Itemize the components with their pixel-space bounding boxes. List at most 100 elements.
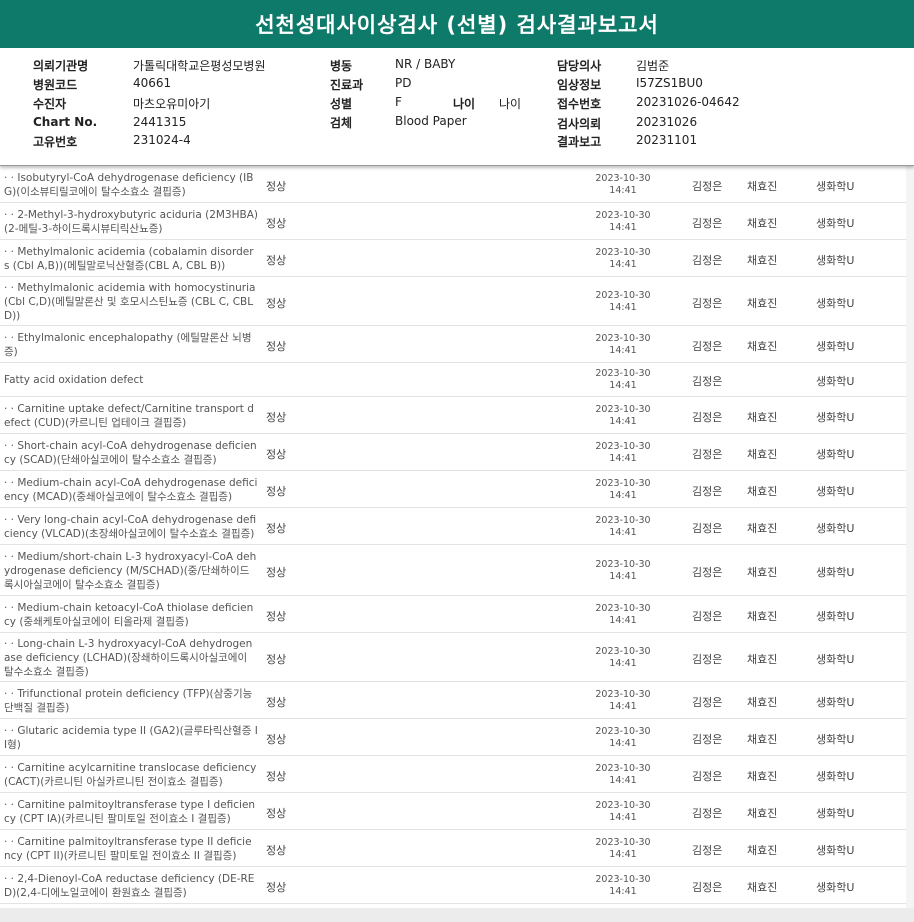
report-date: 2023-10-30 bbox=[595, 689, 651, 700]
test-name: · · Medium-chain ketoacyl-CoA thiolase d… bbox=[4, 602, 254, 628]
table-row[interactable]: · · Carnitine uptake defect/Carnitine tr… bbox=[0, 397, 906, 434]
info-value: 20231026 bbox=[636, 115, 698, 129]
info-label: 수진자 bbox=[33, 97, 67, 111]
table-row[interactable]: Fatty acid oxidation defect 김정은 생화학U 2023-1… bbox=[0, 363, 906, 397]
reviewer-1: 김정은 bbox=[692, 375, 723, 388]
table-row[interactable]: · · Medium-chain ketoacyl-CoA thiolase d… bbox=[0, 596, 906, 633]
report-date: 2023-10-30 bbox=[595, 247, 651, 258]
report-datetime: 2023-10-30 14:41 bbox=[578, 290, 668, 314]
table-row[interactable]: · · 2,4-Dienoyl-CoA reductase deficiency… bbox=[0, 867, 906, 904]
test-result: 정상 bbox=[266, 180, 287, 193]
report-time: 14:41 bbox=[609, 416, 637, 427]
reviewer-2: 채효진 bbox=[747, 807, 778, 820]
report-datetime: 2023-10-30 14:41 bbox=[578, 247, 668, 271]
test-result: 정상 bbox=[266, 881, 287, 894]
lab-unit: 생화학U bbox=[816, 411, 855, 424]
lab-unit: 생화학U bbox=[816, 375, 855, 388]
report-date: 2023-10-30 bbox=[595, 290, 651, 301]
table-row[interactable]: · · Short-chain acyl-CoA dehydrogenase d… bbox=[0, 434, 906, 471]
report-time: 14:41 bbox=[609, 302, 637, 313]
results-list[interactable]: · · Isobutyryl-CoA dehydrogenase deficie… bbox=[0, 166, 914, 908]
report-time: 14:41 bbox=[609, 222, 637, 233]
reviewer-2: 채효진 bbox=[747, 217, 778, 230]
report-time: 14:41 bbox=[609, 380, 637, 391]
reviewer-1: 김정은 bbox=[692, 485, 723, 498]
table-row[interactable]: · · Trifunctional protein deficiency (TF… bbox=[0, 682, 906, 719]
info-label: 임상정보 bbox=[557, 78, 602, 92]
test-result: 정상 bbox=[266, 733, 287, 746]
reviewer-1: 김정은 bbox=[692, 881, 723, 894]
table-row[interactable]: · · Methylmalonic acidemia with homocyst… bbox=[0, 277, 906, 326]
info-value: 20231026-04642 bbox=[636, 95, 740, 109]
info-label: 의뢰기관명 bbox=[33, 59, 89, 73]
report-time: 14:41 bbox=[609, 615, 637, 626]
table-row[interactable]: · · Glutaric acidemia type II (GA2)(글루타릭… bbox=[0, 719, 906, 756]
table-row[interactable]: · · Carnitine palmitoyltransferase type … bbox=[0, 793, 906, 830]
table-row[interactable]: · · Long-chain L-3 hydroxyacyl-CoA dehyd… bbox=[0, 633, 906, 682]
info-value: 20231101 bbox=[636, 133, 698, 147]
report-title: 선천성대사이상검사 (선별) 검사결과보고서 bbox=[0, 0, 914, 48]
report-date: 2023-10-30 bbox=[595, 800, 651, 811]
info-value: 231024-4 bbox=[133, 133, 191, 147]
lab-unit: 생화학U bbox=[816, 217, 855, 230]
table-row[interactable]: · · Carnitine palmitoyltransferase type … bbox=[0, 830, 906, 867]
report-time: 14:41 bbox=[609, 701, 637, 712]
info-value: NR / BABY bbox=[395, 57, 456, 71]
report-datetime: 2023-10-30 14:41 bbox=[578, 874, 668, 898]
reviewer-2: 채효진 bbox=[747, 254, 778, 267]
report-date: 2023-10-30 bbox=[595, 603, 651, 614]
table-row[interactable]: · · Carnitine acylcarnitine translocase … bbox=[0, 756, 906, 793]
test-result: 정상 bbox=[266, 770, 287, 783]
table-row[interactable]: · · Medium-chain acyl-CoA dehydrogenase … bbox=[0, 471, 906, 508]
table-row[interactable]: · · Methylmalonic acidemia (cobalamin di… bbox=[0, 240, 906, 277]
info-label: 병원코드 bbox=[33, 78, 78, 92]
reviewer-2: 채효진 bbox=[747, 522, 778, 535]
report-datetime: 2023-10-30 14:41 bbox=[578, 441, 668, 465]
test-result: 정상 bbox=[266, 610, 287, 623]
report-datetime: 2023-10-30 14:41 bbox=[578, 646, 668, 670]
test-result: 정상 bbox=[266, 340, 287, 353]
reviewer-1: 김정은 bbox=[692, 522, 723, 535]
info-label: 검사의뢰 bbox=[557, 117, 602, 131]
test-name: · · 2-Methyl-3-hydroxybutyric aciduria (… bbox=[4, 209, 258, 235]
reviewer-2: 채효진 bbox=[747, 180, 778, 193]
info-label: Chart No. bbox=[33, 115, 98, 129]
report-datetime: 2023-10-30 14:41 bbox=[578, 515, 668, 539]
reviewer-1: 김정은 bbox=[692, 340, 723, 353]
report-date: 2023-10-30 bbox=[595, 478, 651, 489]
reviewer-1: 김정은 bbox=[692, 653, 723, 666]
lab-unit: 생화학U bbox=[816, 653, 855, 666]
report-time: 14:41 bbox=[609, 453, 637, 464]
report-time: 14:41 bbox=[609, 185, 637, 196]
report-date: 2023-10-30 bbox=[595, 173, 651, 184]
report-time: 14:41 bbox=[609, 775, 637, 786]
info-value: PD bbox=[395, 76, 412, 90]
report-datetime: 2023-10-30 14:41 bbox=[578, 210, 668, 234]
table-row[interactable]: · · Isobutyryl-CoA dehydrogenase deficie… bbox=[0, 166, 906, 203]
lab-unit: 생화학U bbox=[816, 297, 855, 310]
reviewer-1: 김정은 bbox=[692, 770, 723, 783]
table-row[interactable]: · · Medium/short-chain L-3 hydroxyacyl-C… bbox=[0, 545, 906, 596]
table-row[interactable]: · · Ethylmalonic encephalopathy (에틸말론산 뇌… bbox=[0, 326, 906, 363]
info-label: 고유번호 bbox=[33, 135, 78, 149]
report-datetime: 2023-10-30 14:41 bbox=[578, 173, 668, 197]
reviewer-1: 김정은 bbox=[692, 610, 723, 623]
report-date: 2023-10-30 bbox=[595, 646, 651, 657]
report-datetime: 2023-10-30 14:41 bbox=[578, 333, 668, 357]
test-result: 정상 bbox=[266, 566, 287, 579]
test-name: · · Medium-chain acyl-CoA dehydrogenase … bbox=[4, 477, 258, 503]
reviewer-2: 채효진 bbox=[747, 340, 778, 353]
bottom-scroll-bar[interactable] bbox=[0, 908, 914, 922]
reviewer-1: 김정은 bbox=[692, 733, 723, 746]
test-name: Fatty acid oxidation defect bbox=[4, 374, 144, 386]
lab-unit: 생화학U bbox=[816, 610, 855, 623]
reviewer-1: 김정은 bbox=[692, 411, 723, 424]
reviewer-2: 채효진 bbox=[747, 411, 778, 424]
table-row[interactable]: · · 2-Methyl-3-hydroxybutyric aciduria (… bbox=[0, 203, 906, 240]
test-name: · · Ethylmalonic encephalopathy (에틸말론산 뇌… bbox=[4, 332, 252, 358]
report-time: 14:41 bbox=[609, 345, 637, 356]
info-value: 마츠오유미아기 bbox=[133, 97, 211, 111]
report-datetime: 2023-10-30 14:41 bbox=[578, 800, 668, 824]
table-row[interactable]: · · Very long-chain acyl-CoA dehydrogena… bbox=[0, 508, 906, 545]
scrollbar-track[interactable] bbox=[906, 166, 914, 908]
